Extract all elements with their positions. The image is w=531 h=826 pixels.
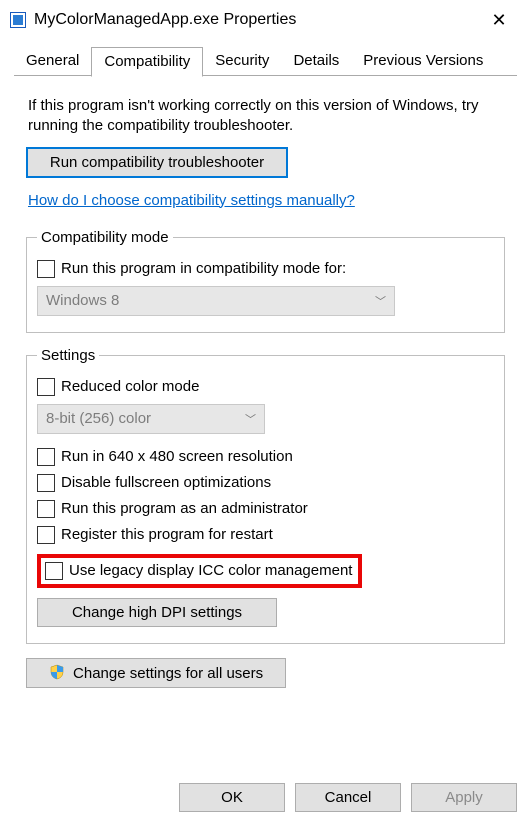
compat-mode-label: Run this program in compatibility mode f… bbox=[61, 260, 346, 277]
change-settings-all-users-button[interactable]: Change settings for all users bbox=[26, 658, 286, 688]
compatibility-mode-group: Compatibility mode Run this program in c… bbox=[26, 229, 505, 333]
color-depth-combo[interactable]: 8-bit (256) color ﹀ bbox=[37, 404, 265, 434]
legacy-icc-highlight: Use legacy display ICC color management bbox=[37, 554, 362, 588]
run-640x480-checkbox[interactable] bbox=[37, 448, 55, 466]
help-link[interactable]: How do I choose compatibility settings m… bbox=[28, 192, 355, 209]
settings-legend: Settings bbox=[37, 347, 99, 364]
legacy-icc-label: Use legacy display ICC color management bbox=[69, 562, 352, 579]
tab-compatibility[interactable]: Compatibility bbox=[91, 47, 203, 77]
hint-text: If this program isn't working correctly … bbox=[28, 96, 503, 137]
color-depth-value: 8-bit (256) color bbox=[46, 410, 151, 427]
register-restart-checkbox[interactable] bbox=[37, 526, 55, 544]
tab-security[interactable]: Security bbox=[203, 47, 281, 77]
compat-os-combo[interactable]: Windows 8 ﹀ bbox=[37, 286, 395, 316]
ok-button[interactable]: OK bbox=[179, 783, 285, 812]
compatibility-panel: If this program isn't working correctly … bbox=[14, 76, 517, 706]
shield-icon bbox=[49, 664, 65, 680]
tab-strip: General Compatibility Security Details P… bbox=[14, 46, 517, 76]
tab-general[interactable]: General bbox=[14, 47, 91, 77]
change-settings-all-users-label: Change settings for all users bbox=[73, 665, 263, 682]
window-title: MyColorManagedApp.exe Properties bbox=[34, 11, 479, 29]
reduced-color-checkbox[interactable] bbox=[37, 378, 55, 396]
run-troubleshooter-button[interactable]: Run compatibility troubleshooter bbox=[26, 147, 288, 178]
compat-os-value: Windows 8 bbox=[46, 292, 119, 309]
cancel-button[interactable]: Cancel bbox=[295, 783, 401, 812]
change-dpi-button[interactable]: Change high DPI settings bbox=[37, 598, 277, 627]
legacy-icc-checkbox[interactable] bbox=[45, 562, 63, 580]
compat-mode-checkbox[interactable] bbox=[37, 260, 55, 278]
apply-button[interactable]: Apply bbox=[411, 783, 517, 812]
tab-previous-versions[interactable]: Previous Versions bbox=[351, 47, 495, 77]
disable-fullscreen-label: Disable fullscreen optimizations bbox=[61, 474, 271, 491]
register-restart-label: Register this program for restart bbox=[61, 526, 273, 543]
compatibility-mode-legend: Compatibility mode bbox=[37, 229, 173, 246]
close-icon[interactable]: ✕ bbox=[479, 10, 519, 31]
settings-group: Settings Reduced color mode 8-bit (256) … bbox=[26, 347, 505, 644]
tab-details[interactable]: Details bbox=[281, 47, 351, 77]
chevron-down-icon: ﹀ bbox=[375, 293, 386, 309]
titlebar: MyColorManagedApp.exe Properties ✕ bbox=[0, 0, 531, 38]
reduced-color-label: Reduced color mode bbox=[61, 378, 199, 395]
app-icon bbox=[10, 12, 26, 28]
run-as-admin-label: Run this program as an administrator bbox=[61, 500, 308, 517]
run-as-admin-checkbox[interactable] bbox=[37, 500, 55, 518]
chevron-down-icon: ﹀ bbox=[245, 411, 256, 427]
dialog-buttons: OK Cancel Apply bbox=[0, 773, 531, 826]
disable-fullscreen-checkbox[interactable] bbox=[37, 474, 55, 492]
run-640x480-label: Run in 640 x 480 screen resolution bbox=[61, 448, 293, 465]
